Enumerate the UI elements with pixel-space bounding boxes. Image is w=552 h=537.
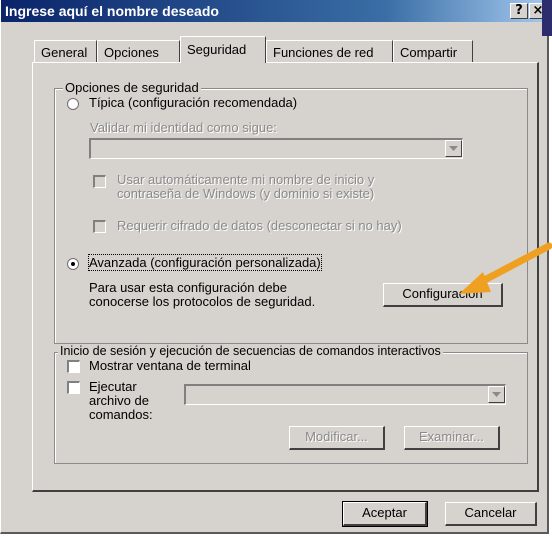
typical-label[interactable]: Típica (configuración recomendada) (89, 95, 297, 110)
script-file-select[interactable] (184, 384, 506, 405)
tab-opciones[interactable]: Opciones (97, 40, 180, 62)
show-terminal-checkbox[interactable] (67, 360, 80, 373)
run-script-checkbox[interactable] (67, 381, 80, 394)
validate-identity-dropdown[interactable] (445, 140, 462, 157)
validate-label: Validar mi identidad como sigue: (90, 120, 277, 135)
tab-funciones-de-red[interactable]: Funciones de red (266, 40, 393, 62)
chevron-down-icon (492, 392, 501, 397)
tab-general[interactable]: General (34, 40, 97, 62)
require-encryption-label: Requerir cifrado de datos (desconectar s… (117, 218, 402, 233)
ok-button[interactable]: Aceptar (342, 501, 428, 527)
chevron-down-icon (449, 146, 458, 151)
title-bar[interactable]: Ingrese aquí el nombre deseado ? × (1, 0, 550, 22)
cancel-button[interactable]: Cancelar (445, 502, 537, 526)
background-window-edge (542, 0, 552, 36)
script-file-dropdown[interactable] (488, 386, 505, 403)
require-encryption-checkbox[interactable] (93, 220, 106, 233)
auto-login-checkbox[interactable] (93, 175, 106, 188)
advanced-description-line2: conocerse los protocolos de seguridad. (89, 294, 316, 309)
tab-seguridad[interactable]: Seguridad (180, 36, 266, 63)
browse-button[interactable]: Examinar... (404, 426, 500, 450)
advanced-label[interactable]: Avanzada (configuración personalizada) (88, 254, 322, 271)
window-title: Ingrese aquí el nombre deseado (5, 3, 219, 19)
modify-button[interactable]: Modificar... (289, 426, 385, 450)
run-script-label-line2: archivo de (89, 393, 149, 408)
annotation-arrow-icon (459, 242, 552, 294)
show-terminal-label[interactable]: Mostrar ventana de terminal (89, 358, 251, 373)
advanced-radio[interactable] (67, 258, 79, 270)
advanced-description-line1: Para usar esta configuración debe (89, 280, 288, 295)
dialog-window: Ingrese aquí el nombre deseado ? × Gener… (0, 0, 552, 534)
typical-radio[interactable] (67, 98, 79, 110)
auto-login-label-line2: contraseña de Windows (y dominio si exis… (117, 186, 375, 201)
run-script-label-line1[interactable]: Ejecutar (89, 379, 137, 394)
run-script-label-line3: comandos: (89, 407, 153, 422)
auto-login-label-line1: Usar automáticamente mi nombre de inicio… (117, 172, 375, 187)
help-button[interactable]: ? (510, 3, 528, 19)
tab-compartir[interactable]: Compartir (393, 40, 473, 62)
validate-identity-select[interactable] (89, 138, 463, 159)
